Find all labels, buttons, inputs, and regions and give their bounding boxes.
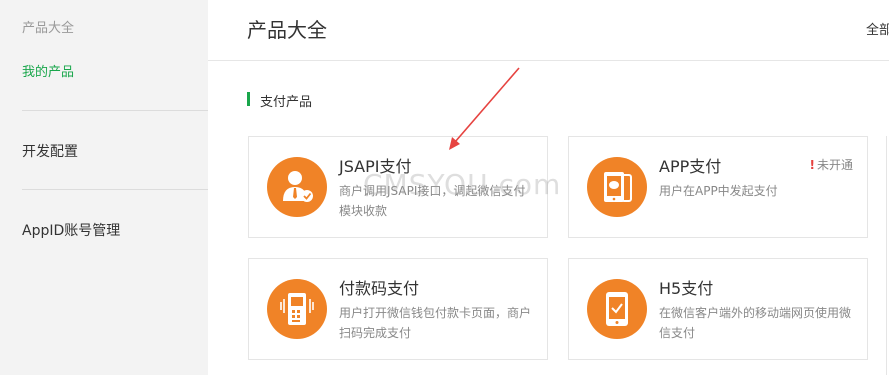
annotation-arrow-icon xyxy=(449,67,520,150)
